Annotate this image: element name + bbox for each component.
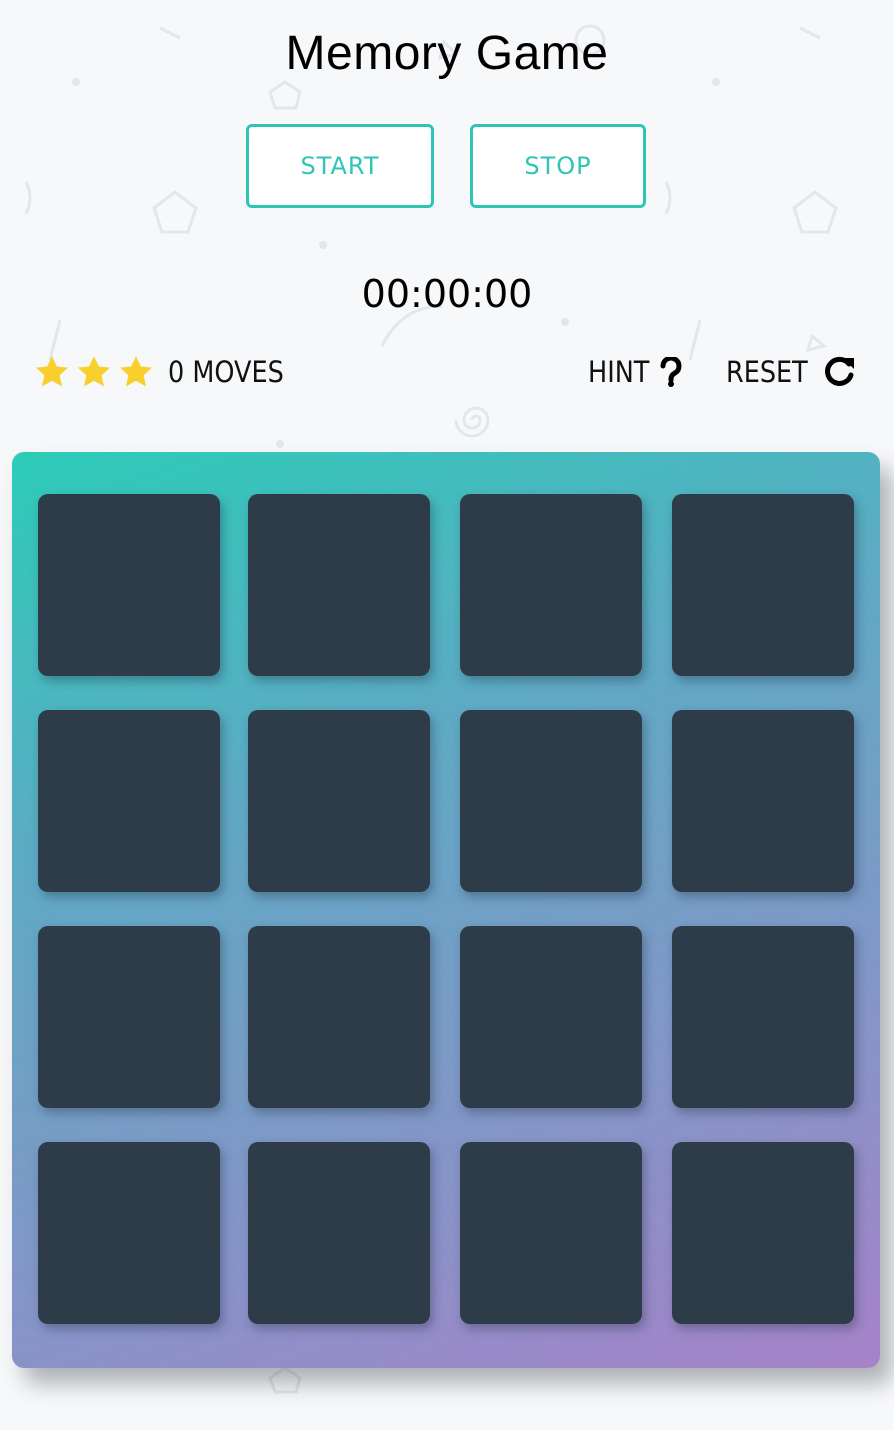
hint-button[interactable]: HINT xyxy=(588,348,682,396)
timer-display: 00:00:00 xyxy=(361,272,533,316)
memory-card[interactable] xyxy=(460,494,642,676)
refresh-icon xyxy=(825,356,854,386)
memory-card[interactable] xyxy=(672,1142,854,1324)
memory-card[interactable] xyxy=(672,494,854,676)
page-title: Memory Game xyxy=(285,27,609,80)
memory-card[interactable] xyxy=(248,710,430,892)
game-board xyxy=(12,452,880,1368)
star-icon xyxy=(36,356,68,387)
memory-card[interactable] xyxy=(460,710,642,892)
question-mark-icon xyxy=(660,357,682,387)
star-icon xyxy=(120,356,152,387)
moves-counter: 0 MOVES xyxy=(168,355,284,389)
memory-card[interactable] xyxy=(460,926,642,1108)
memory-card[interactable] xyxy=(38,1142,220,1324)
stop-button[interactable]: STOP xyxy=(470,124,646,208)
memory-card[interactable] xyxy=(248,494,430,676)
memory-card[interactable] xyxy=(460,1142,642,1324)
memory-card[interactable] xyxy=(248,1142,430,1324)
memory-card[interactable] xyxy=(38,494,220,676)
reset-label: RESET xyxy=(726,355,808,389)
memory-card[interactable] xyxy=(672,710,854,892)
star-icon xyxy=(78,356,110,387)
start-button[interactable]: START xyxy=(246,124,434,208)
score-panel: 0 MOVES xyxy=(32,348,300,396)
memory-card[interactable] xyxy=(672,926,854,1108)
memory-card[interactable] xyxy=(38,710,220,892)
reset-button[interactable]: RESET xyxy=(726,348,856,396)
hint-label: HINT xyxy=(588,355,650,389)
memory-card[interactable] xyxy=(38,926,220,1108)
memory-card[interactable] xyxy=(248,926,430,1108)
